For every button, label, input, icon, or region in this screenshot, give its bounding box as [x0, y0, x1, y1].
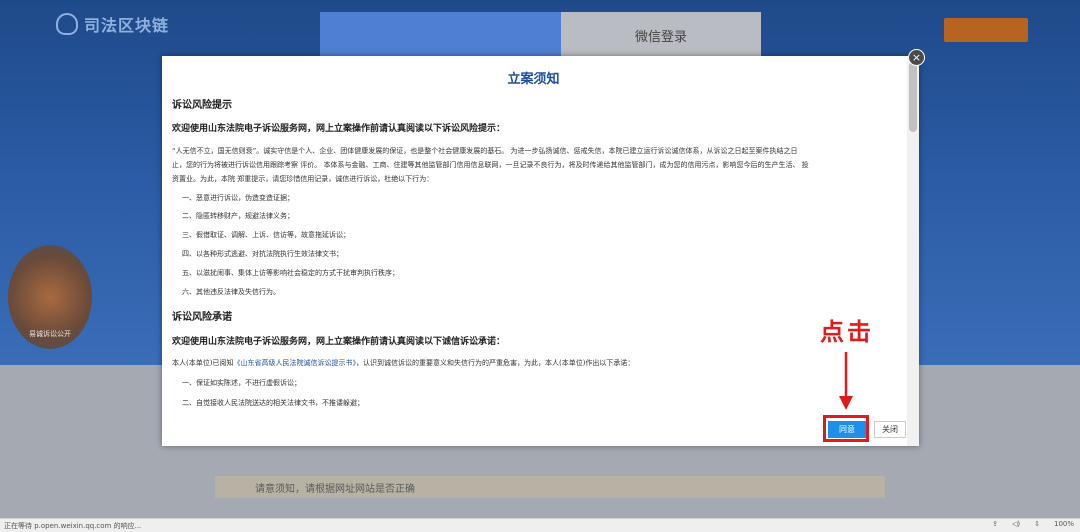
risk-item: 二、隐匿转移财产，规避法律义务；: [182, 212, 294, 220]
modal-close-button[interactable]: 关闭: [874, 421, 906, 438]
download-icon[interactable]: ⇩: [1034, 520, 1040, 528]
modal-title: 立案须知: [507, 72, 560, 87]
risk-paragraph-line-3: 资置业。为此，本院 郑重提示，请您珍惜信用记录，诚信进行诉讼，杜绝以下行为：: [172, 175, 434, 183]
risk-item: 六、其他违反法律及失信行为。: [182, 288, 280, 296]
pledge-paragraph-suffix: ，认识到诚信诉讼的重要意义和失信行为的严重危害，为此，本人(本单位)作出以下承诺…: [355, 359, 635, 367]
site-logo[interactable]: 司法区块链: [56, 12, 169, 36]
arrow-down-icon: [839, 352, 853, 410]
agree-button[interactable]: 同意: [828, 421, 866, 438]
login-tab-account[interactable]: [320, 12, 561, 58]
share-icon[interactable]: ⇪: [992, 520, 998, 528]
status-text: 正在等待 p.open.weixin.qq.com 的响应...: [4, 521, 142, 530]
background-notice-text: 请意须知，请根据网址网站是否正确: [255, 484, 415, 495]
risk-item: 一、恶意进行诉讼，伪造变造证据；: [182, 194, 294, 202]
modal-scrollbar-thumb[interactable]: [909, 62, 917, 132]
login-tab-wechat-label: 微信登录: [634, 29, 687, 45]
pledge-paragraph-prefix: 本人(本单位)已阅知: [172, 359, 234, 367]
browser-status-bar: 正在等待 p.open.weixin.qq.com 的响应... ⇪ ◁) ⇩ …: [0, 518, 1080, 532]
section-heading-pledge: 诉讼风险承诺: [172, 312, 232, 323]
risk-item: 五、以滋扰闹事、集体上访等影响社会稳定的方式干扰审判执行秩序；: [182, 269, 399, 277]
integrity-notice-link[interactable]: 《山东省高级人民法院诚信诉讼提示书》: [233, 359, 356, 367]
risk-item: 三、假借取证、调解、上诉、信访等，故意拖延诉讼；: [182, 231, 350, 239]
sound-icon[interactable]: ◁): [1012, 520, 1020, 528]
section-lead-pledge: 欢迎使用山东法院电子诉讼服务网，网上立案操作前请认真阅读以下诚信诉讼承诺：: [172, 337, 506, 347]
pledge-item: 一、保证如实陈述，不进行虚假诉讼；: [182, 379, 301, 387]
wechat-badge[interactable]: 易诚诉讼公开: [8, 245, 92, 349]
risk-paragraph-line-2: 止，您的行为将被进行诉讼信用跟踪考察 评价。 本体系与金融、工商、住建等其他监管…: [172, 161, 809, 169]
logo-text: 司法区块链: [84, 16, 170, 35]
click-annotation-text: 点击: [820, 317, 874, 346]
header-action-button[interactable]: [944, 18, 1028, 42]
zoom-level[interactable]: 100%: [1054, 520, 1074, 528]
modal-scrollbar[interactable]: [907, 56, 919, 446]
pledge-item: 二、自觉接收人民法院送达的相关法律文书，不推诿躲避；: [182, 399, 364, 407]
filing-notice-modal: 立案须知 诉讼风险提示 欢迎使用山东法院电子诉讼服务网，网上立案操作前请认真阅读…: [162, 56, 919, 446]
login-tab-wechat[interactable]: 微信登录: [561, 12, 761, 58]
pledge-paragraph: 本人(本单位)已阅知《山东省高级人民法院诚信诉讼提示书》，认识到诚信诉讼的重要意…: [172, 356, 634, 371]
section-heading-risk: 诉讼风险提示: [172, 100, 232, 111]
section-lead-risk: 欢迎使用山东法院电子诉讼服务网，网上立案操作前请认真阅读以下诉讼风险提示：: [172, 124, 506, 134]
risk-paragraph-line-1: “人无信不立，国无信则衰”。诚实守信是个人、企业、团体健康发展的保证，也是整个社…: [172, 147, 798, 155]
close-icon[interactable]: ×: [908, 49, 925, 66]
status-bar-controls: ⇪ ◁) ⇩ 100%: [992, 520, 1074, 528]
modal-body[interactable]: 诉讼风险提示 欢迎使用山东法院电子诉讼服务网，网上立案操作前请认真阅读以下诉讼风…: [172, 94, 897, 414]
badge-caption: 易诚诉讼公开: [29, 330, 71, 338]
risk-item: 四、以各种形式逃避、对抗法院执行生效法律文书；: [182, 250, 343, 258]
court-emblem-icon: [56, 13, 78, 35]
